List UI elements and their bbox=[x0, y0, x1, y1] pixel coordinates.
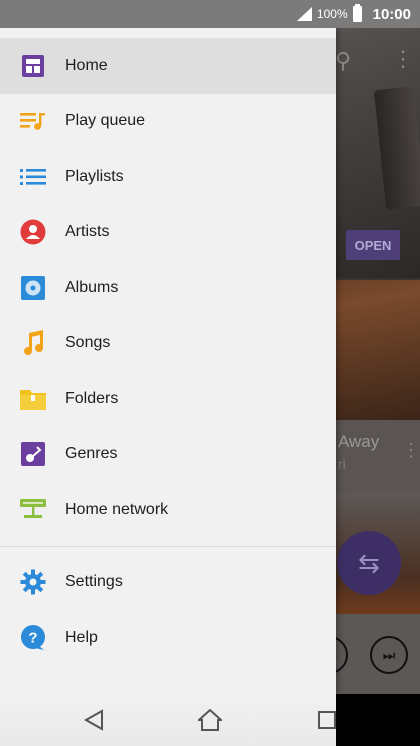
drawer-item-artists[interactable]: Artists bbox=[0, 205, 336, 261]
home-nav-icon[interactable] bbox=[194, 704, 226, 736]
drawer-item-label: Albums bbox=[65, 278, 119, 296]
status-clock: 10:00 bbox=[372, 5, 411, 23]
drawer-item-songs[interactable]: Songs bbox=[0, 316, 336, 372]
signal-icon bbox=[296, 7, 312, 21]
shuffle-fab-button[interactable]: ⇆ bbox=[337, 531, 401, 595]
drawer-item-home-network[interactable]: Home network bbox=[0, 482, 336, 538]
search-icon[interactable]: ⚲ bbox=[335, 48, 351, 74]
drawer-item-label: Songs bbox=[65, 334, 111, 352]
open-button[interactable]: OPEN bbox=[346, 230, 400, 260]
drawer-item-label: Artists bbox=[65, 223, 110, 241]
recents-icon[interactable] bbox=[311, 704, 343, 736]
next-track-icon[interactable]: ⏭ bbox=[370, 636, 408, 674]
drawer-item-albums[interactable]: Albums bbox=[0, 260, 336, 316]
help-icon: ? bbox=[19, 624, 46, 651]
drawer-item-label: Home bbox=[65, 56, 108, 74]
drawer-item-home[interactable]: Home bbox=[0, 38, 336, 94]
folders-icon bbox=[19, 385, 46, 412]
track-card-subtitle: ri bbox=[338, 456, 346, 472]
home-network-icon bbox=[19, 496, 46, 523]
drawer-item-label: Folders bbox=[65, 389, 119, 407]
more-options-icon[interactable]: ⋮ bbox=[392, 46, 414, 72]
drawer-item-label: Play queue bbox=[65, 112, 146, 130]
artists-icon bbox=[19, 219, 46, 246]
status-bar: 100% 10:00 bbox=[0, 0, 420, 28]
settings-icon bbox=[19, 569, 46, 596]
battery-icon bbox=[352, 4, 362, 22]
back-icon[interactable] bbox=[78, 704, 110, 736]
drawer-item-label: Help bbox=[65, 628, 98, 646]
navigation-drawer: Home Play queue Playlists Artists Albums… bbox=[0, 28, 336, 694]
drawer-item-label: Settings bbox=[65, 573, 123, 591]
svg-text:?: ? bbox=[28, 629, 37, 646]
home-icon bbox=[19, 52, 46, 79]
drawer-item-play-queue[interactable]: Play queue bbox=[0, 94, 336, 150]
playlists-icon bbox=[19, 163, 46, 190]
drawer-item-label: Playlists bbox=[65, 167, 124, 185]
drawer-divider bbox=[0, 545, 336, 547]
drawer-item-playlists[interactable]: Playlists bbox=[0, 149, 336, 205]
genres-icon bbox=[19, 441, 46, 468]
battery-percent: 100% bbox=[316, 7, 348, 21]
system-nav-bar bbox=[0, 694, 420, 746]
track-card-title: Away bbox=[338, 432, 380, 451]
drawer-item-label: Home network bbox=[65, 500, 169, 518]
play-queue-icon bbox=[19, 108, 46, 135]
drawer-item-help[interactable]: ? Help bbox=[0, 610, 336, 666]
songs-icon bbox=[19, 330, 46, 357]
track-more-icon[interactable]: ⋮ bbox=[402, 440, 420, 461]
albums-icon bbox=[19, 274, 46, 301]
drawer-item-settings[interactable]: Settings bbox=[0, 555, 336, 611]
drawer-item-label: Genres bbox=[65, 445, 118, 463]
drawer-item-genres[interactable]: Genres bbox=[0, 427, 336, 483]
drawer-item-folders[interactable]: Folders bbox=[0, 371, 336, 427]
